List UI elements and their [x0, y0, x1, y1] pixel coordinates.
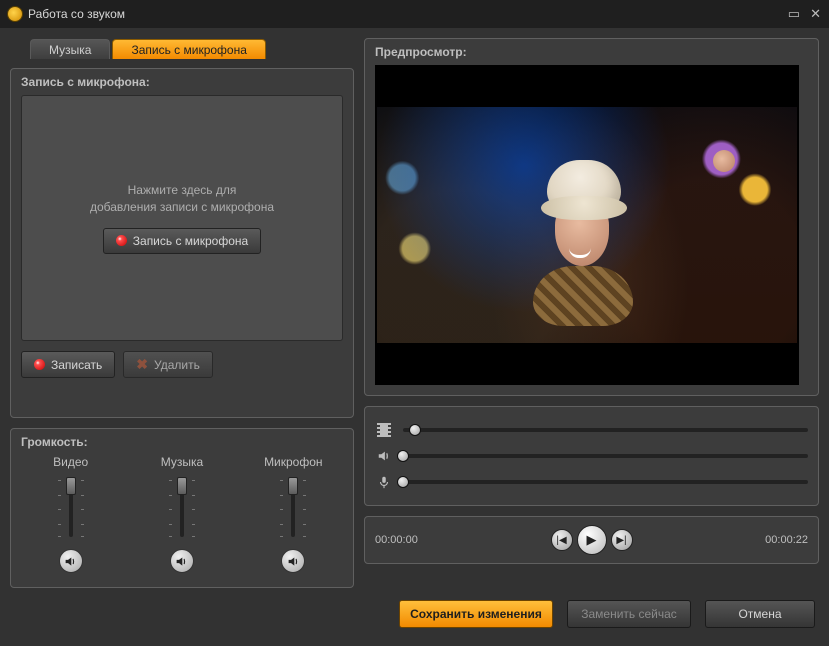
track-row-audio — [375, 443, 808, 469]
titlebar: Работа со звуком ▭ ✕ — [0, 0, 829, 28]
track-row-mic — [375, 469, 808, 495]
record-label: Записать — [51, 358, 102, 372]
replace-now-button[interactable]: Заменить сейчас — [567, 600, 691, 628]
save-button[interactable]: Сохранить изменения — [399, 600, 553, 628]
record-from-mic-label: Запись с микрофона — [133, 234, 248, 248]
slider-thumb[interactable] — [409, 424, 421, 436]
app-icon — [8, 7, 22, 21]
volume-col-video: Видео — [21, 455, 121, 573]
record-hint: Нажмите здесь для добавления записи с ми… — [90, 182, 274, 216]
seek-slider[interactable] — [403, 428, 808, 432]
mute-video-button[interactable] — [59, 549, 83, 573]
preview-scene — [377, 107, 797, 343]
volume-slider-music[interactable] — [169, 475, 195, 541]
record-panel: Запись с микрофона: Нажмите здесь для до… — [10, 68, 354, 418]
record-drop-area[interactable]: Нажмите здесь для добавления записи с ми… — [21, 95, 343, 341]
delete-button[interactable]: ✖ Удалить — [123, 351, 213, 378]
video-preview[interactable] — [375, 65, 799, 385]
close-button[interactable]: ✕ — [810, 6, 821, 22]
volume-slider-mic[interactable] — [280, 475, 306, 541]
play-controls: |◀ ▶ ▶| — [551, 525, 633, 555]
volume-label-mic: Микрофон — [264, 455, 322, 469]
delete-icon: ✖ — [136, 356, 148, 373]
tabs: Музыка Запись с микрофона — [10, 38, 354, 58]
volume-label-music: Музыка — [161, 455, 203, 469]
volume-col-music: Музыка — [132, 455, 232, 573]
next-button[interactable]: ▶| — [611, 529, 633, 551]
mute-music-button[interactable] — [170, 549, 194, 573]
preview-person — [507, 162, 677, 385]
track-sliders-panel — [364, 406, 819, 506]
prev-button[interactable]: |◀ — [551, 529, 573, 551]
tab-music[interactable]: Музыка — [30, 39, 110, 59]
slider-thumb[interactable] — [66, 477, 76, 495]
record-from-mic-button[interactable]: Запись с микрофона — [103, 228, 261, 254]
slider-thumb[interactable] — [397, 476, 409, 488]
preview-panel: Предпросмотр: — [364, 38, 819, 396]
volume-slider-video[interactable] — [58, 475, 84, 541]
record-icon — [34, 359, 45, 370]
audio-volume-slider[interactable] — [403, 454, 808, 458]
preview-header: Предпросмотр: — [365, 45, 818, 65]
footer: Сохранить изменения Заменить сейчас Отме… — [0, 588, 829, 628]
delete-label: Удалить — [154, 358, 200, 372]
volume-col-mic: Микрофон — [243, 455, 343, 573]
window-title: Работа со звуком — [28, 7, 125, 21]
record-icon — [116, 235, 127, 246]
record-button[interactable]: Записать — [21, 351, 115, 378]
volume-panel: Громкость: Видео — [10, 428, 354, 588]
time-current: 00:00:00 — [375, 534, 445, 546]
speaker-icon — [375, 449, 393, 463]
play-button[interactable]: ▶ — [577, 525, 607, 555]
record-panel-header: Запись с микрофона: — [11, 75, 353, 95]
film-icon — [375, 423, 393, 437]
mute-mic-button[interactable] — [281, 549, 305, 573]
playbar-panel: 00:00:00 |◀ ▶ ▶| 00:00:22 — [364, 516, 819, 564]
mic-volume-slider[interactable] — [403, 480, 808, 484]
time-total: 00:00:22 — [738, 534, 808, 546]
slider-thumb[interactable] — [397, 450, 409, 462]
volume-label-video: Видео — [53, 455, 88, 469]
volume-header: Громкость: — [11, 435, 353, 455]
tab-record-mic[interactable]: Запись с микрофона — [112, 39, 265, 59]
minimize-button[interactable]: ▭ — [788, 6, 800, 22]
slider-thumb[interactable] — [288, 477, 298, 495]
cancel-button[interactable]: Отмена — [705, 600, 815, 628]
slider-thumb[interactable] — [177, 477, 187, 495]
mic-icon — [375, 475, 393, 489]
track-row-video — [375, 417, 808, 443]
